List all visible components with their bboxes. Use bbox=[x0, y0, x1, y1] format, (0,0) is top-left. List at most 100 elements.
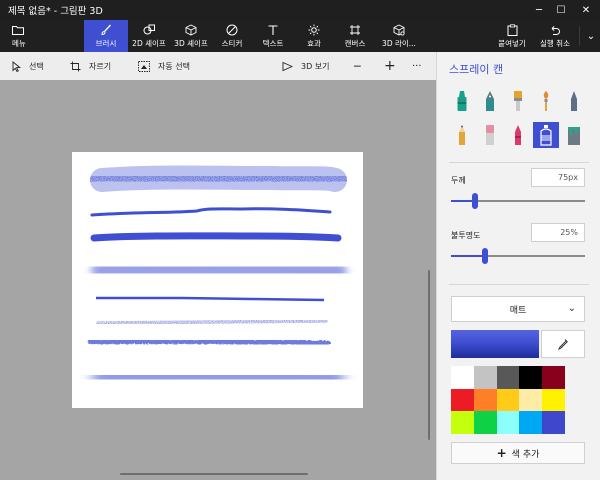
zoom-in-button[interactable]: + bbox=[384, 52, 396, 80]
maximize-button[interactable]: ☐ bbox=[550, 0, 572, 20]
sticker-icon bbox=[226, 24, 238, 37]
color-swatch[interactable] bbox=[542, 388, 565, 412]
color-swatch[interactable] bbox=[451, 411, 474, 434]
tab-canvas[interactable]: 캔버스 bbox=[334, 20, 376, 52]
brush-watercolor[interactable] bbox=[533, 88, 559, 114]
magic-select-icon bbox=[138, 60, 150, 72]
crayon-icon bbox=[515, 125, 521, 145]
opacity-input[interactable]: 25% bbox=[531, 223, 585, 242]
eyedropper-button[interactable] bbox=[541, 330, 585, 358]
brush-eraser[interactable] bbox=[477, 122, 503, 148]
paste-button[interactable]: 붙여넣기 bbox=[491, 20, 533, 52]
eraser-icon bbox=[486, 125, 494, 145]
canvas-area[interactable] bbox=[0, 80, 436, 480]
color-swatch[interactable] bbox=[473, 366, 497, 389]
color-swatch[interactable] bbox=[542, 411, 565, 434]
3d-view-label: 3D 보기 bbox=[301, 61, 330, 71]
magic-select-label: 자동 선택 bbox=[158, 61, 190, 71]
color-swatch[interactable] bbox=[519, 388, 543, 412]
command-bar: 선택 자르기 자동 선택 3D 보기 ─ + ··· bbox=[0, 52, 436, 80]
brush-crayon[interactable] bbox=[505, 122, 531, 148]
3d-view-button[interactable]: 3D 보기 bbox=[282, 52, 330, 80]
tab-3d-library[interactable]: 3D 라이... bbox=[376, 20, 422, 52]
thickness-input[interactable]: 75px bbox=[531, 168, 585, 187]
magic-select-button[interactable]: 자동 선택 bbox=[138, 52, 190, 80]
tab-brushes[interactable]: 브러시 bbox=[84, 20, 128, 52]
minimize-button[interactable]: ─ bbox=[528, 0, 550, 20]
color-swatch[interactable] bbox=[496, 366, 520, 389]
tab-effects[interactable]: 효과 bbox=[294, 20, 334, 52]
tab-2d-shapes[interactable]: 2D 셰이프 bbox=[128, 20, 170, 52]
brush-calligraphy-pen[interactable] bbox=[477, 88, 503, 114]
tab-label: 스티커 bbox=[221, 38, 243, 48]
brush-pixel-pen[interactable] bbox=[561, 88, 587, 114]
crop-button[interactable]: 자르기 bbox=[70, 52, 111, 80]
brush-panel: 스프레이 캔 두께 75px 불투명도 25% 매트 ⌄ + 색 추가 bbox=[436, 52, 600, 480]
thickness-slider[interactable] bbox=[451, 193, 585, 209]
brush-fill[interactable] bbox=[561, 122, 587, 148]
close-button[interactable]: ✕ bbox=[572, 0, 600, 20]
opacity-slider-fill bbox=[451, 255, 485, 257]
sun-icon bbox=[308, 24, 320, 37]
brush-marker[interactable] bbox=[449, 88, 475, 114]
menu-label: 메뉴 bbox=[12, 38, 26, 48]
tab-3d-shapes[interactable]: 3D 셰이프 bbox=[170, 20, 212, 52]
window-title: 제목 없음* - 그림판 3D bbox=[8, 6, 103, 17]
text-icon bbox=[267, 24, 279, 37]
current-color-swatch[interactable] bbox=[451, 330, 539, 358]
add-color-button[interactable]: + 색 추가 bbox=[451, 442, 585, 464]
expand-toolbar-button[interactable]: ⌄ bbox=[582, 20, 600, 52]
undo-button[interactable]: 실행 취소 bbox=[533, 20, 577, 52]
opacity-slider[interactable] bbox=[451, 248, 585, 264]
pointer-icon bbox=[12, 60, 21, 72]
brush-oil[interactable] bbox=[505, 88, 531, 114]
tab-stickers[interactable]: 스티커 bbox=[212, 20, 252, 52]
color-swatch[interactable] bbox=[496, 388, 520, 412]
tab-label: 3D 라이... bbox=[382, 38, 416, 48]
tab-label: 브러시 bbox=[95, 38, 117, 48]
chevron-down-icon: ⌄ bbox=[586, 30, 596, 42]
color-swatch[interactable] bbox=[451, 366, 474, 389]
color-swatch[interactable] bbox=[542, 366, 565, 389]
pencil-icon bbox=[459, 125, 465, 145]
color-swatch[interactable] bbox=[519, 411, 543, 434]
brush-spray-can[interactable] bbox=[533, 122, 559, 148]
oil-brush-icon bbox=[514, 91, 522, 111]
zoom-out-button[interactable]: ─ bbox=[354, 52, 361, 80]
tab-text[interactable]: 텍스트 bbox=[252, 20, 294, 52]
calligraphy-pen-icon bbox=[486, 91, 494, 111]
drawing-canvas[interactable] bbox=[72, 152, 363, 408]
panel-divider bbox=[449, 162, 589, 163]
vertical-scrollbar[interactable] bbox=[428, 270, 430, 440]
crop-icon bbox=[70, 61, 81, 72]
canvas-icon bbox=[349, 24, 361, 37]
watercolor-icon bbox=[543, 91, 549, 111]
select-button[interactable]: 선택 bbox=[12, 52, 44, 80]
marker-icon bbox=[457, 91, 467, 111]
eyedropper-icon bbox=[557, 339, 568, 350]
horizontal-scrollbar[interactable] bbox=[120, 473, 308, 475]
tab-label: 효과 bbox=[307, 38, 321, 48]
paste-label: 붙여넣기 bbox=[498, 38, 526, 48]
marker-stroke bbox=[90, 207, 332, 217]
add-color-label: 색 추가 bbox=[511, 449, 540, 460]
thickness-slider-thumb[interactable] bbox=[472, 193, 478, 209]
color-swatch[interactable] bbox=[496, 411, 520, 434]
brush-pencil[interactable] bbox=[449, 122, 475, 148]
color-swatch[interactable] bbox=[473, 388, 497, 412]
spray-can-icon bbox=[540, 125, 552, 146]
crop-label: 자르기 bbox=[89, 61, 112, 71]
brush-icon bbox=[100, 24, 112, 37]
thickness-label: 두께 bbox=[451, 176, 466, 185]
material-dropdown[interactable]: 매트 ⌄ bbox=[451, 296, 585, 322]
more-options-button[interactable]: ··· bbox=[412, 52, 422, 80]
clipboard-icon bbox=[507, 24, 518, 37]
color-swatch[interactable] bbox=[519, 366, 543, 389]
menu-button[interactable]: 메뉴 bbox=[0, 20, 42, 52]
color-swatch[interactable] bbox=[473, 411, 497, 434]
opacity-slider-thumb[interactable] bbox=[482, 248, 488, 264]
chevron-down-icon: ⌄ bbox=[567, 303, 576, 314]
tab-label: 2D 셰이프 bbox=[132, 38, 166, 48]
tab-label: 3D 셰이프 bbox=[174, 38, 208, 48]
color-swatch[interactable] bbox=[451, 388, 474, 412]
